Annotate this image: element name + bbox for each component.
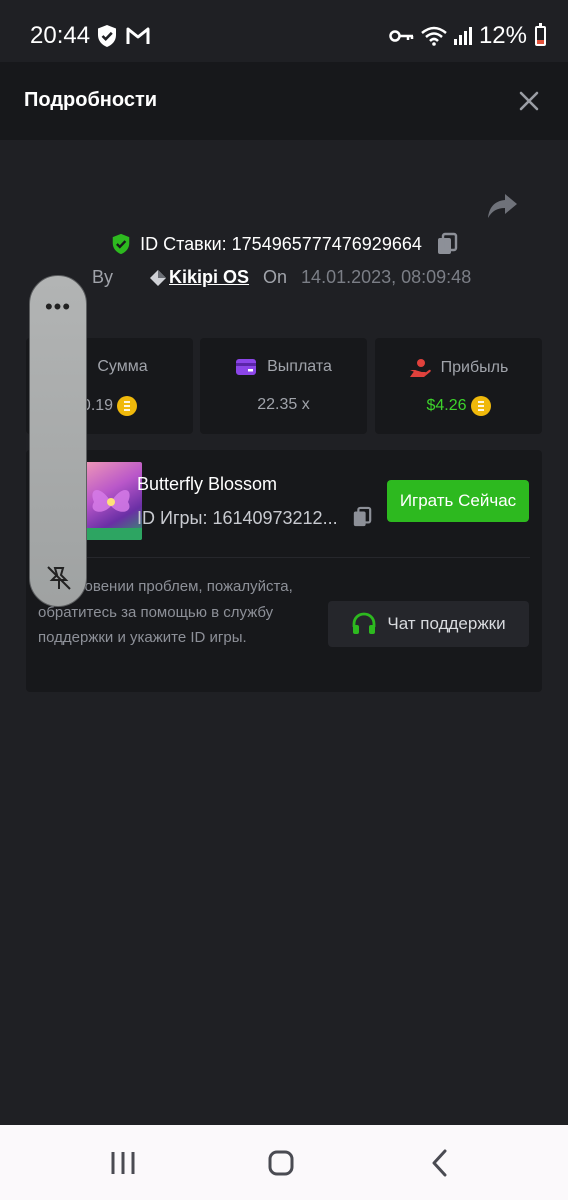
on-label: On (263, 267, 288, 287)
unpin-icon[interactable] (45, 564, 73, 592)
divider (38, 557, 530, 558)
share-icon[interactable] (486, 192, 518, 220)
support-chat-button[interactable]: Чат поддержки (328, 601, 529, 647)
headset-icon (352, 612, 376, 634)
game-thumbnail[interactable] (80, 462, 142, 540)
coin-icon (470, 396, 491, 416)
page-title: Подробности (24, 89, 158, 111)
gmail-icon (126, 27, 150, 44)
play-now-button[interactable]: Играть Сейчас (387, 480, 529, 522)
bet-id-row: ID Ставки: 1754965777476929664 (0, 232, 568, 256)
stat-card-payout: Выплата 22.35 x (200, 338, 367, 434)
username: Kikipi OS (169, 267, 250, 287)
avatar-diamond-icon (150, 269, 167, 286)
username-link[interactable]: Kikipi OS (149, 267, 249, 288)
close-icon[interactable] (516, 88, 542, 114)
system-nav-bar (0, 1125, 568, 1200)
wifi-icon (421, 26, 447, 46)
stat-value: 22.35 x (257, 396, 310, 413)
back-icon[interactable] (425, 1149, 455, 1177)
card-icon (236, 359, 257, 375)
recent-apps-icon[interactable] (108, 1149, 138, 1177)
stat-card-profit: Прибыль $4.26 (375, 338, 542, 434)
shield-check-icon (98, 25, 116, 47)
support-chat-label: Чат поддержки (387, 614, 506, 633)
battery-percent: 12% (478, 22, 527, 49)
stat-label: Сумма (97, 358, 148, 375)
game-name: Butterfly Blossom (137, 474, 278, 494)
key-icon (389, 30, 414, 42)
by-label: By (92, 267, 114, 287)
stat-label: Выплата (267, 358, 332, 375)
coin-icon (117, 396, 138, 416)
hand-coin-icon (409, 359, 431, 377)
more-dots-icon[interactable]: ••• (30, 294, 86, 320)
stat-value: $4.26 (426, 397, 467, 414)
verified-shield-icon (112, 233, 130, 255)
copy-icon[interactable] (436, 232, 458, 256)
status-bar: 20:44 12% (0, 0, 568, 62)
bet-author-row: By Kikipi OS On 14.01.2023, 08:09:48 (92, 267, 471, 288)
details-header: Подробности (0, 62, 568, 140)
copy-game-id-icon[interactable] (352, 506, 372, 528)
status-time: 20:44 (30, 22, 91, 49)
bet-date: 14.01.2023, 08:09:48 (301, 267, 472, 287)
battery-icon (535, 23, 546, 46)
home-icon[interactable] (266, 1149, 296, 1177)
game-card: Butterfly Blossom ID Игры: 16140973212..… (26, 450, 542, 692)
signal-icon (453, 27, 472, 45)
stat-label: Прибыль (440, 359, 509, 376)
floating-side-panel[interactable]: ••• (29, 275, 87, 607)
bet-id: ID Ставки: 1754965777476929664 (140, 233, 422, 254)
game-id: ID Игры: 16140973212... (137, 508, 338, 528)
